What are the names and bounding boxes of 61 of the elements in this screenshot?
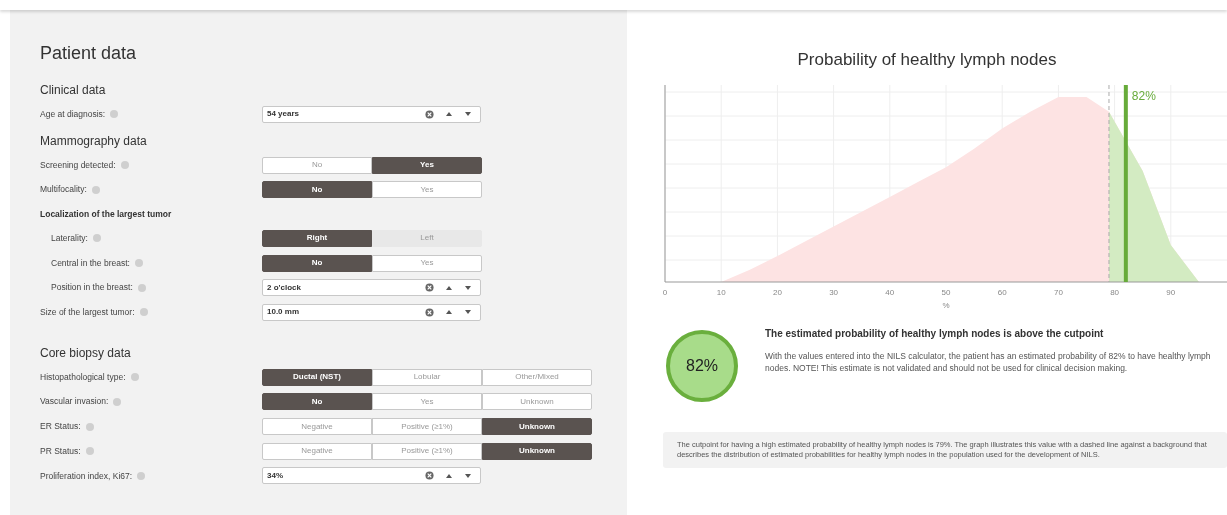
chart-title: Probability of healthy lymph nodes [797,49,1057,71]
estimate-label: 82% [1131,89,1156,103]
tick-label: 0 [662,288,668,297]
decrement-icon[interactable] [465,112,471,117]
field-value: 54 years [267,108,301,121]
clear-icon[interactable] [425,471,434,481]
increment-icon[interactable] [446,473,452,478]
decrement-icon[interactable] [465,310,471,315]
tick-label: 80 [1110,288,1120,297]
clear-icon[interactable] [425,109,434,119]
tick-label: 70 [1053,288,1063,297]
option-button[interactable]: No [262,393,372,411]
number-field[interactable]: 10.0 mm [262,303,481,321]
tick-label: 90 [1166,288,1176,297]
decrement-icon[interactable] [465,285,471,290]
option-button[interactable]: Ductal (NST) [262,368,372,386]
field-label: PR Status: [40,444,81,458]
option-button[interactable]: No [262,181,372,199]
option-button[interactable]: No [262,254,372,272]
estimate-text: With the values entered into the NILS calculator, the patient has an estimated probability of 82% to have healthy lymph nodes. NOTE! This estimate is not validated and should not be used for clinical decision making. [765,351,1212,374]
field-label: Size of the largest tumor: [40,306,135,319]
clear-icon[interactable] [425,307,434,317]
estimate-heading: The estimated probability of healthy lymph nodes is above the cutpoint [765,327,1105,341]
increment-icon[interactable] [446,285,452,290]
option-button[interactable]: Right [262,229,372,247]
clear-icon[interactable] [425,283,434,293]
option-button[interactable]: Unknown [482,442,592,460]
section-title: Core biopsy data [40,344,131,362]
tick-label: 50 [941,288,951,297]
number-field[interactable]: 54 years [262,105,481,123]
probability-value: 82% [686,356,718,376]
tick-label: 20 [772,288,782,297]
field-label: Histopathological type: [40,370,126,384]
increment-icon[interactable] [446,310,452,315]
decrement-icon[interactable] [465,473,471,478]
number-field[interactable]: 2 o'clock [262,279,481,297]
field-label: Proliferation index, Ki67: [40,469,133,483]
field-label: Screening detected: [40,158,116,172]
increment-icon[interactable] [446,112,452,117]
tick-label: 10 [716,288,726,297]
section-title: Clinical data [40,82,106,99]
axis-label: % [942,301,950,310]
field-label: Laterality: [51,232,88,245]
field-label: Multifocality: [40,183,87,197]
subsection-title: Localization of the largest tumor [40,207,172,221]
option-button[interactable]: Unknown [482,418,592,436]
field-label: Vascular invasion: [40,395,109,409]
field-value: 34% [267,469,284,482]
field-value: 2 o'clock [267,281,302,294]
section-title: Mammography data [40,132,147,150]
field-label: Central in the breast: [51,256,130,270]
field-value: 10.0 mm [267,306,301,319]
tick-label: 40 [885,288,895,297]
tick-label: 30 [829,288,839,297]
panel-title: Patient data [40,42,138,65]
field-label: Position in the breast: [51,281,133,295]
number-field[interactable]: 34% [262,467,481,485]
field-label: Age at diagnosis: [40,107,106,121]
option-button[interactable]: Yes [372,156,482,174]
tick-label: 60 [997,288,1007,297]
field-label: ER Status: [40,420,81,433]
